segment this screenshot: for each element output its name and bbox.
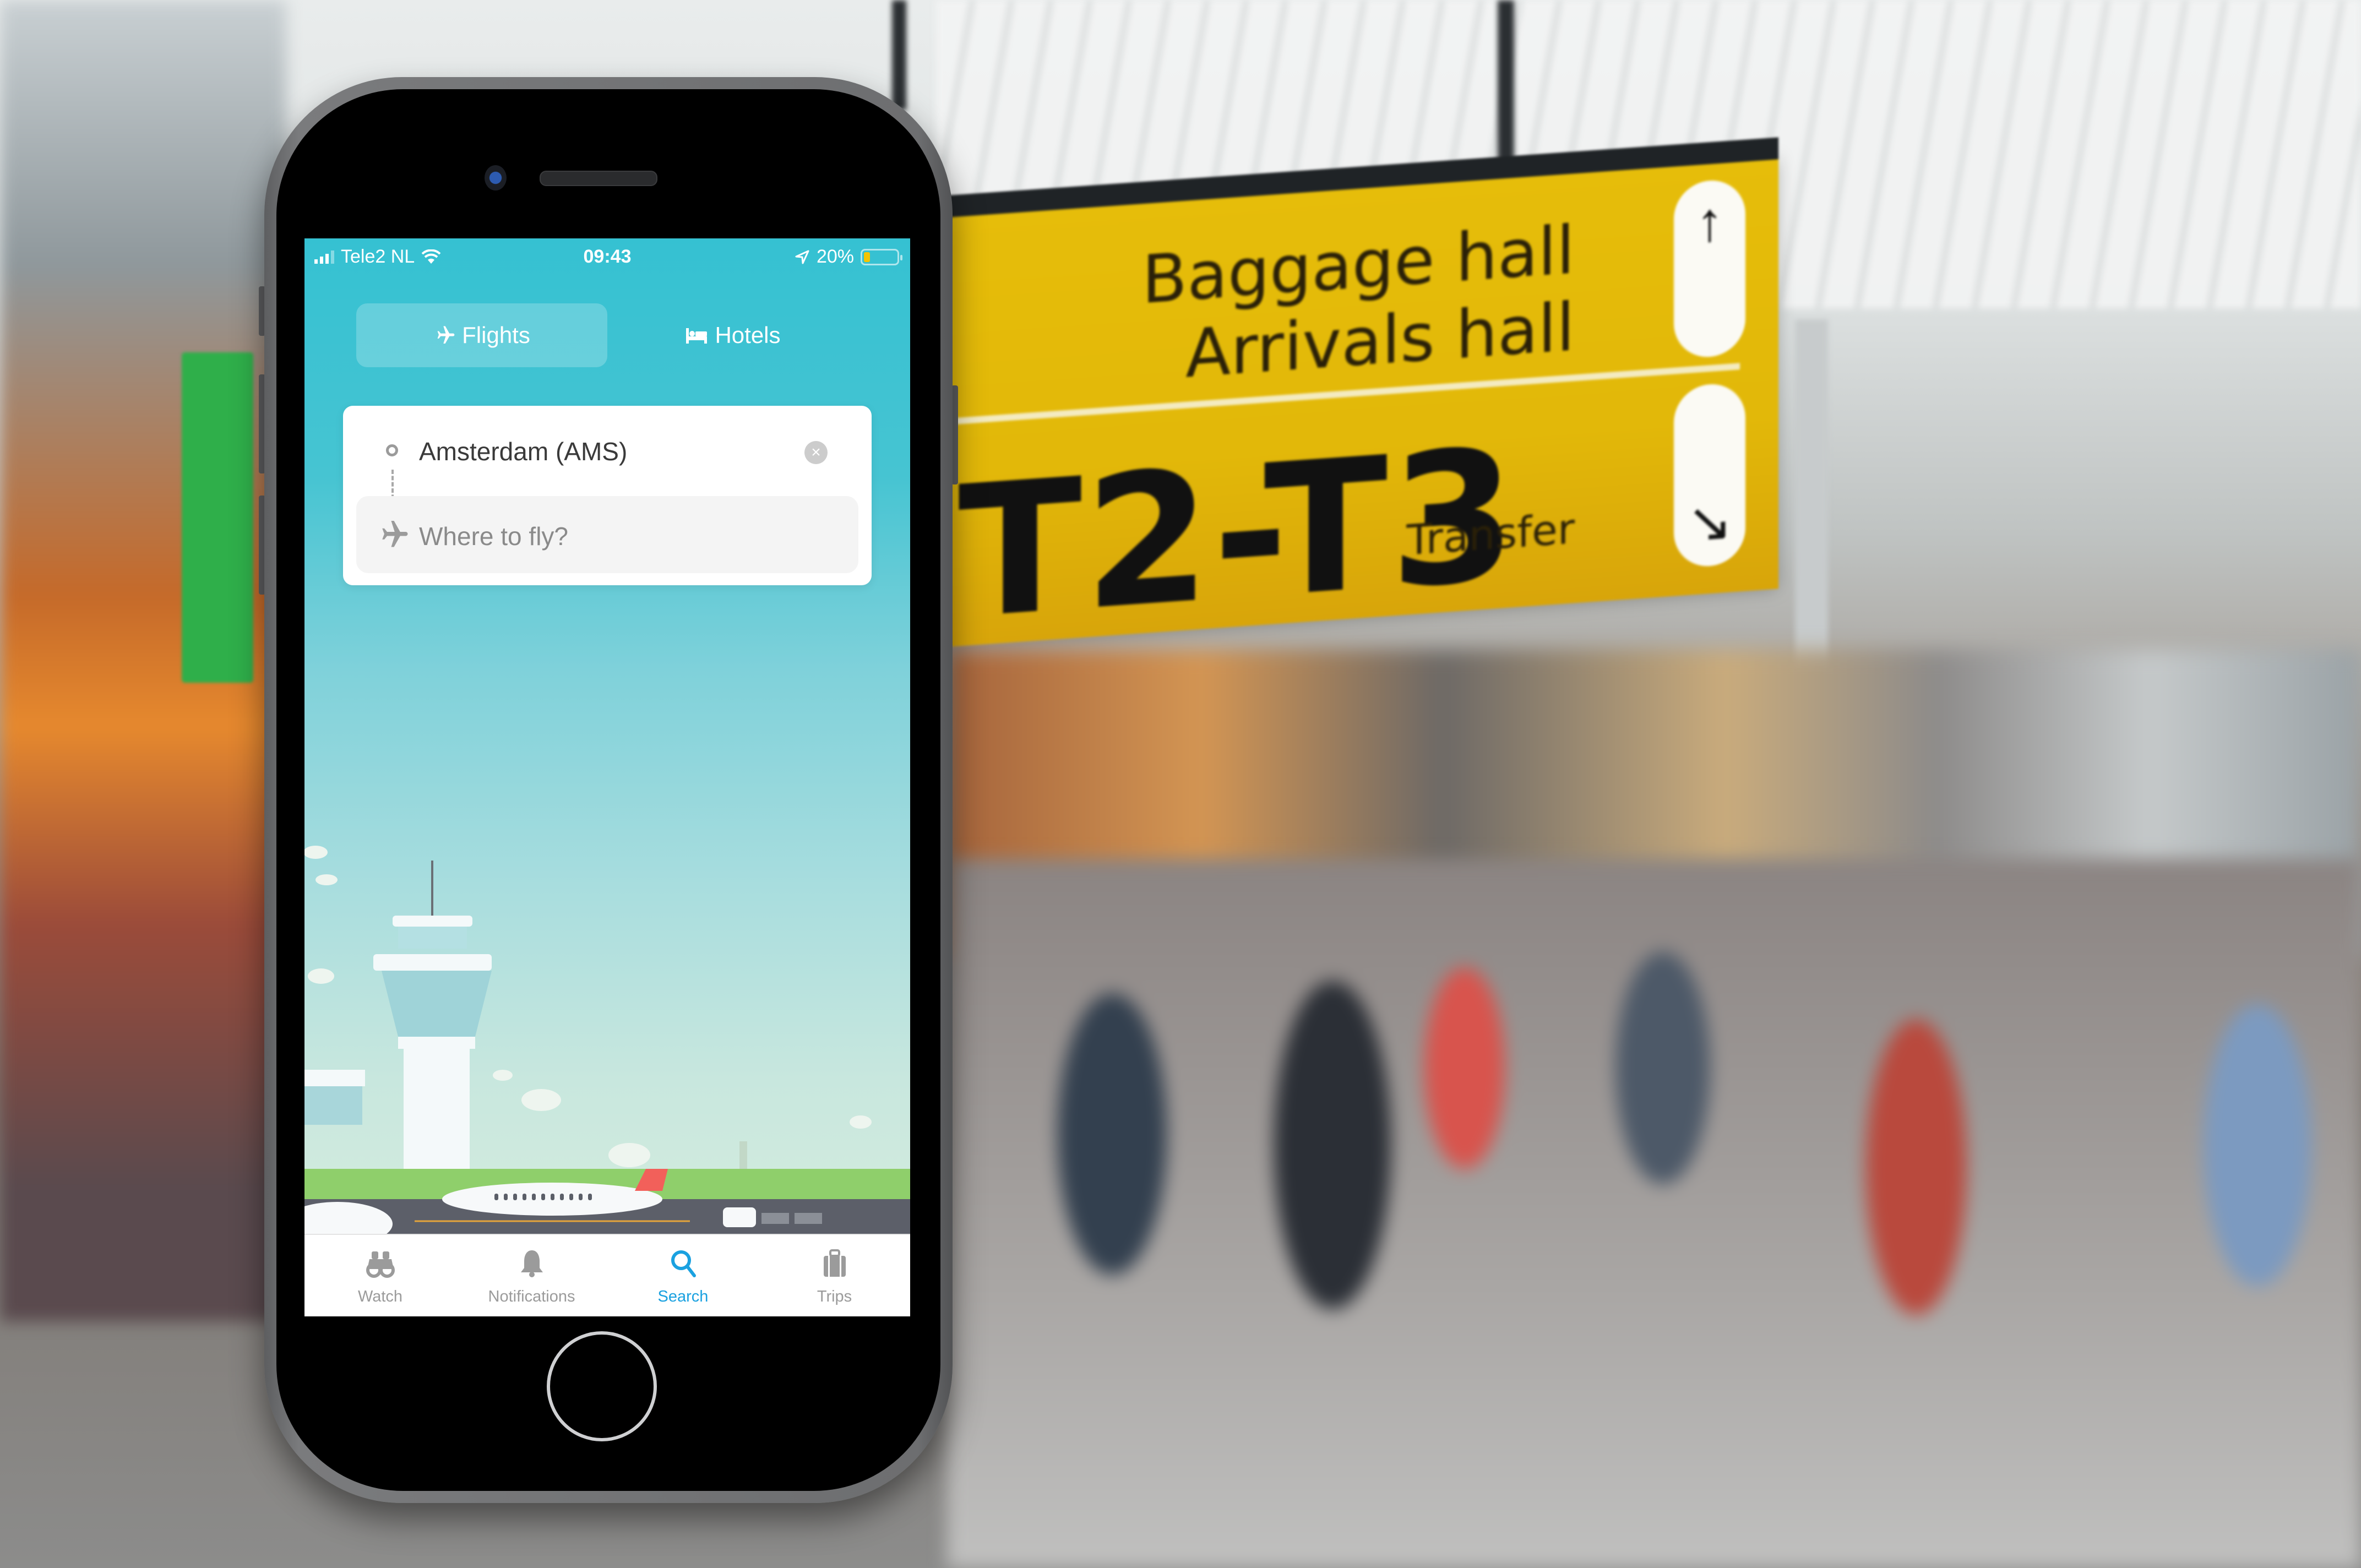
crowd [947,859,2361,1568]
baggage-tug [723,1207,756,1227]
destination-placeholder: Where to fly? [419,522,568,551]
mode-tabs: Flights Hotels [356,303,858,367]
origin-dot-icon [386,444,398,456]
tab-flights[interactable]: Flights [356,303,607,367]
runway-scene [304,1147,910,1246]
suitcase-icon [823,1249,846,1277]
tab-trips[interactable]: Trips [759,1235,910,1316]
tab-search-label: Search [657,1288,709,1305]
battery-icon [861,248,902,265]
tab-search[interactable]: Search [607,1235,759,1316]
arrow-down-right-icon: ↘ [1674,382,1745,569]
tab-hotels[interactable]: Hotels [607,303,858,367]
arrow-up-icon: ↑ [1674,178,1745,360]
origin-field[interactable]: Amsterdam (AMS) × [343,422,872,483]
binoculars-icon [366,1251,395,1278]
baggage-cart [761,1213,789,1224]
exit-sign [182,352,253,683]
bell-icon [520,1250,543,1277]
battery-percent: 20% [816,246,854,267]
tab-hotels-label: Hotels [715,322,781,348]
bed-icon [686,328,708,344]
ceiling-beam [1498,0,1514,176]
runway-illustration [304,1147,910,1246]
search-icon [671,1250,696,1277]
origin-value: Amsterdam (AMS) [419,437,628,466]
search-card: Amsterdam (AMS) × Where to fly? [343,406,872,585]
tab-notifications[interactable]: Notifications [456,1235,607,1316]
clear-origin-button[interactable]: × [804,441,828,464]
ceiling-beam [892,0,906,110]
tab-flights-label: Flights [462,322,530,348]
app-screen: Tele2 NL 09:43 20% Flights Hotels Amster… [304,238,910,1316]
tab-watch[interactable]: Watch [304,1235,456,1316]
clouds [304,846,872,1209]
airplane-icon [437,326,455,344]
home-button[interactable] [547,1331,657,1441]
airplane-icon [382,521,408,547]
front-camera [485,165,507,190]
earpiece-speaker [540,171,657,186]
baggage-cart [795,1213,822,1224]
airport-direction-sign: Baggage hall Arrivals hall T2-T3 Transfe… [947,137,1778,660]
tab-trips-label: Trips [817,1288,852,1305]
bottom-tab-bar: Watch Notifications Search Trips [304,1234,910,1316]
status-bar: Tele2 NL 09:43 20% [304,238,910,277]
destination-input[interactable]: Where to fly? [356,496,858,573]
tab-notifications-label: Notifications [488,1288,575,1305]
location-arrow-icon [795,250,809,264]
tab-watch-label: Watch [357,1288,403,1305]
